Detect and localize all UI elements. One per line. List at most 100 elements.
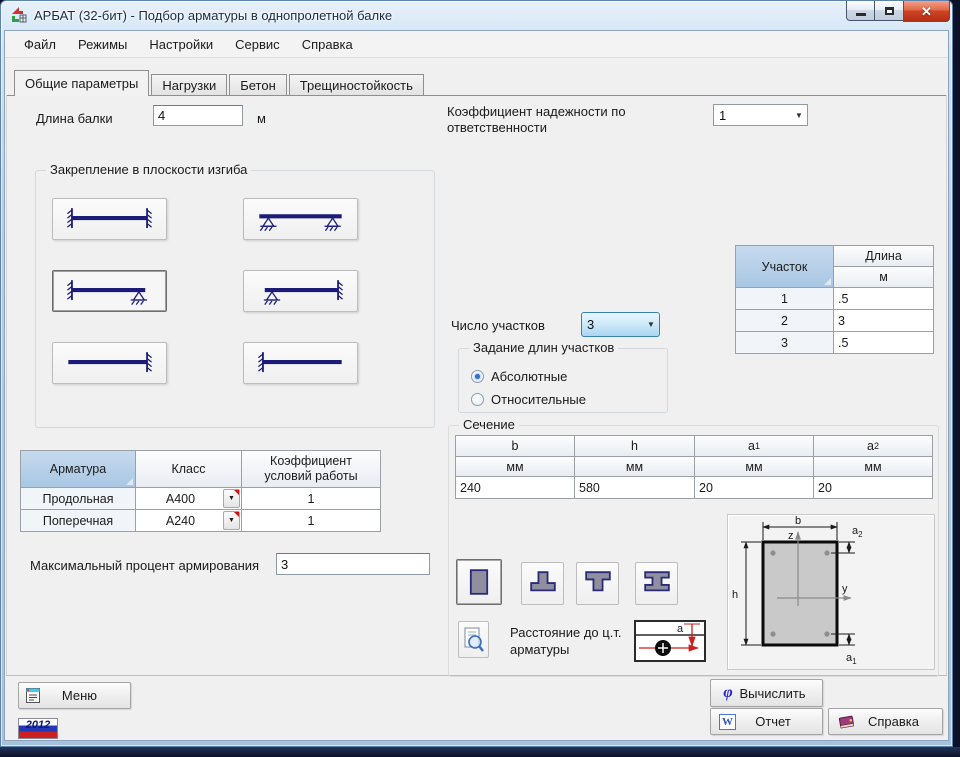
- calculate-button[interactable]: φ Вычислить: [710, 679, 823, 707]
- safety-factor-combobox[interactable]: 1 ▼: [713, 104, 808, 126]
- beam-scheme-pinned-fixed-button[interactable]: [243, 270, 358, 312]
- beam-scheme-free-fixed-button[interactable]: [52, 342, 167, 384]
- rectangle-section-icon: [459, 562, 499, 602]
- tab-crack-resistance[interactable]: Трещиностойкость: [289, 74, 424, 96]
- ibeam-section-icon: [637, 564, 677, 604]
- magnifier-document-icon: [462, 626, 486, 654]
- minimize-icon: [856, 13, 866, 16]
- segment-length-cell[interactable]: .5: [834, 332, 933, 353]
- menu-settings[interactable]: Настройки: [138, 34, 224, 55]
- section-header-a1-base: a: [748, 439, 755, 453]
- segment-length-cell[interactable]: 3: [834, 310, 933, 331]
- rebar-transverse-coef-cell[interactable]: 1: [242, 510, 380, 531]
- red-corner-marker-icon: [234, 490, 239, 495]
- help-button[interactable]: Справка: [828, 708, 943, 735]
- section-header-a2-sub: 2: [874, 441, 879, 451]
- beam-fixed-fixed-icon: [56, 200, 163, 238]
- tab-concrete[interactable]: Бетон: [229, 74, 287, 96]
- svg-text:a2: a2: [852, 525, 863, 539]
- menu-bar: Файл Режимы Настройки Сервис Справка: [5, 31, 948, 58]
- rebar-distance-preview-button[interactable]: [458, 621, 489, 658]
- tab-loads[interactable]: Нагрузки: [151, 74, 227, 96]
- tab-general[interactable]: Общие параметры: [14, 70, 149, 96]
- safety-factor-label: Коэффициент надежности по ответственност…: [447, 104, 705, 136]
- calculate-button-label: Вычислить: [735, 686, 822, 701]
- segments-col-header-segment-label: Участок: [762, 260, 808, 274]
- svg-text:z: z: [788, 530, 794, 542]
- section-unit-cell: мм: [575, 457, 694, 476]
- spans-count-combobox[interactable]: 3 ▼: [581, 312, 660, 337]
- section-col-header-h: h: [575, 436, 694, 456]
- section-shape-rectangle-button[interactable]: [456, 559, 502, 605]
- rebar-class-dropdown-button[interactable]: ▼: [223, 511, 240, 530]
- svg-text:a: a: [677, 623, 684, 635]
- spans-count-value: 3: [582, 317, 643, 332]
- svg-text:y: y: [842, 583, 848, 595]
- menu-help[interactable]: Справка: [291, 34, 364, 55]
- rebar-col-header-label: Арматура: [50, 462, 106, 476]
- chevron-down-icon: ▼: [643, 320, 659, 329]
- section-shape-tee-inverted-button[interactable]: [521, 562, 564, 605]
- rebar-transverse-class-cell[interactable]: А240 ▼: [136, 510, 241, 531]
- menu-modes[interactable]: Режимы: [67, 34, 138, 55]
- menu-button[interactable]: Меню: [18, 682, 131, 709]
- rebar-class-dropdown-button[interactable]: ▼: [223, 489, 240, 508]
- beam-scheme-fixed-free-button[interactable]: [243, 342, 358, 384]
- close-button[interactable]: ✕: [903, 1, 950, 22]
- rebar-coef-header: Коэффициент условий работы: [242, 451, 380, 487]
- menu-service[interactable]: Сервис: [224, 34, 291, 55]
- section-header-h-label: h: [631, 439, 638, 453]
- maximize-button[interactable]: [875, 1, 903, 21]
- beam-scheme-fixed-pinned-button[interactable]: [52, 270, 167, 312]
- section-shape-ibeam-button[interactable]: [635, 562, 678, 605]
- report-button-label: Отчет: [736, 714, 822, 729]
- rebar-transverse-class-value: А240: [166, 514, 195, 528]
- rebar-row-transverse-label: Поперечная: [21, 510, 135, 531]
- segment-row-number: 2: [736, 310, 833, 331]
- rebar-col-header[interactable]: Арматура: [21, 451, 135, 487]
- section-col-header-a2: a2: [814, 436, 932, 456]
- max-percent-label: Максимальный процент армирования: [30, 558, 259, 573]
- tee-inverted-section-icon: [523, 564, 563, 604]
- length-mode-relative-option[interactable]: Относительные: [471, 392, 586, 407]
- beam-scheme-pinned-pinned-button[interactable]: [243, 198, 358, 240]
- menu-file[interactable]: Файл: [13, 34, 67, 55]
- beam-scheme-fixed-fixed-button[interactable]: [52, 198, 167, 240]
- rebar-longitudinal-class-cell[interactable]: А400 ▼: [136, 488, 241, 509]
- section-header-b-label: b: [512, 439, 519, 453]
- length-mode-absolute-option[interactable]: Абсолютные: [471, 369, 567, 384]
- rebar-longitudinal-coef-cell[interactable]: 1: [242, 488, 380, 509]
- section-shape-tee-button[interactable]: [576, 562, 619, 605]
- section-b-value[interactable]: 240: [456, 477, 574, 498]
- minimize-button[interactable]: [846, 1, 875, 21]
- beam-fixed-free-icon: [247, 344, 354, 382]
- segments-col-header-segment[interactable]: Участок: [736, 246, 833, 287]
- rebar-distance-label: Расстояние до ц.т. арматуры: [510, 624, 640, 658]
- spans-count-label: Число участков: [451, 318, 545, 333]
- section-unit-cell: мм: [695, 457, 813, 476]
- dim-a1-sub: 1: [852, 657, 857, 666]
- beam-length-input[interactable]: [153, 105, 243, 126]
- dim-a2-sub: 2: [858, 530, 863, 539]
- report-button[interactable]: W Отчет: [710, 708, 823, 735]
- segment-length-cell[interactable]: .5: [834, 288, 933, 309]
- rebar-row-longitudinal-label: Продольная: [21, 488, 135, 509]
- window-controls: ✕: [846, 1, 950, 22]
- section-a1-value[interactable]: 20: [695, 477, 813, 498]
- section-h-value[interactable]: 580: [575, 477, 694, 498]
- bottom-edge: [0, 747, 960, 757]
- max-percent-input[interactable]: [276, 553, 430, 575]
- segments-col-header-length[interactable]: Длина: [834, 246, 933, 266]
- section-a2-value[interactable]: 20: [814, 477, 932, 498]
- rebar-distance-diagram: a: [634, 620, 706, 662]
- section-header-a1-sub: 1: [755, 441, 760, 451]
- dim-h-label: h: [732, 589, 738, 601]
- sort-triangle-icon: [824, 278, 831, 285]
- chevron-down-icon: ▼: [228, 517, 235, 524]
- rebar-class-header: Класс: [136, 451, 241, 487]
- cross-section-diagram: z y b h a2 a1: [727, 514, 935, 670]
- svg-text:b: b: [795, 515, 801, 527]
- dim-b-label: b: [795, 515, 801, 527]
- radio-selected-icon: [471, 370, 484, 383]
- axis-y-label: y: [842, 583, 848, 595]
